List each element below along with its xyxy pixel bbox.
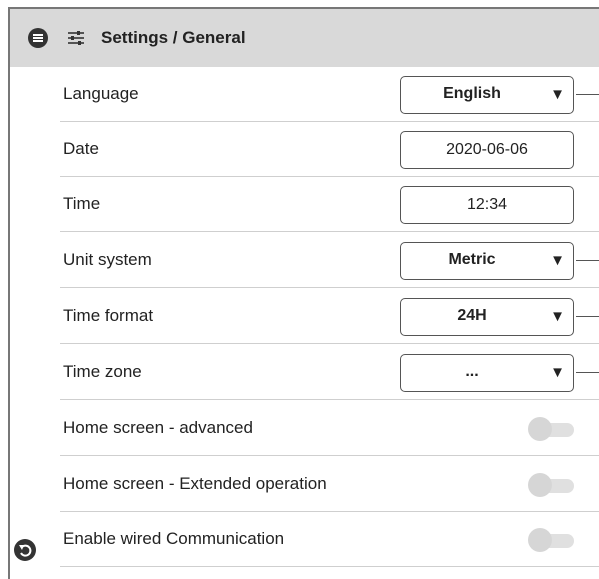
wired-communication-toggle[interactable] [528, 528, 574, 552]
setting-row-wired-communication: Enable wired Communication [60, 512, 599, 567]
setting-row-home-extended: Home screen - Extended operation [60, 457, 599, 512]
leader-line [576, 260, 599, 261]
header-bar: Settings / General [10, 9, 599, 67]
dropdown-arrow-icon: ▼ [550, 86, 565, 103]
setting-label: Time [63, 194, 101, 213]
home-extended-toggle[interactable] [528, 473, 574, 497]
setting-row-time: Time 12:34 [60, 177, 599, 232]
select-value: ... [465, 363, 479, 380]
dropdown-arrow-icon: ▼ [550, 308, 565, 325]
setting-row-time-zone: Time zone ... ▼ [60, 345, 599, 400]
date-field[interactable]: 2020-06-06 [400, 131, 574, 169]
setting-row-date: Date 2020-06-06 [60, 122, 599, 177]
setting-label: Home screen - advanced [63, 418, 253, 437]
leader-line [576, 94, 599, 95]
unit-system-select[interactable]: Metric ▼ [400, 242, 574, 280]
settings-window: Settings / General Language English ▼ Da… [8, 7, 599, 579]
toggle-knob [528, 473, 552, 497]
toggle-knob [528, 528, 552, 552]
setting-row-language: Language English ▼ [60, 67, 599, 122]
sliders-icon [68, 31, 84, 45]
setting-label: Unit system [63, 250, 152, 269]
setting-label: Home screen - Extended operation [63, 474, 327, 493]
page-title: Settings / General [101, 28, 246, 47]
home-advanced-toggle[interactable] [528, 417, 574, 441]
time-format-select[interactable]: 24H ▼ [400, 298, 574, 336]
setting-row-unit-system: Unit system Metric ▼ [60, 233, 599, 288]
setting-row-home-advanced: Home screen - advanced [60, 401, 599, 456]
setting-label: Time zone [63, 362, 142, 381]
back-icon[interactable] [14, 539, 36, 561]
time-zone-select[interactable]: ... ▼ [400, 354, 574, 392]
select-value: 24H [457, 307, 487, 324]
time-field[interactable]: 12:34 [400, 186, 574, 224]
setting-label: Language [63, 84, 139, 103]
dropdown-arrow-icon: ▼ [550, 364, 565, 381]
setting-label: Time format [63, 306, 154, 325]
leader-line [576, 316, 599, 317]
select-value: Metric [448, 251, 496, 268]
select-value: English [443, 85, 501, 102]
dropdown-arrow-icon: ▼ [550, 252, 565, 269]
menu-icon[interactable] [28, 28, 48, 48]
leader-line [576, 372, 599, 373]
language-select[interactable]: English ▼ [400, 76, 574, 114]
field-value: 12:34 [466, 196, 508, 213]
field-value: 2020-06-06 [446, 141, 528, 158]
setting-label: Enable wired Communication [63, 529, 285, 548]
toggle-knob [528, 417, 552, 441]
setting-label: Date [63, 139, 99, 158]
setting-row-time-format: Time format 24H ▼ [60, 289, 599, 344]
